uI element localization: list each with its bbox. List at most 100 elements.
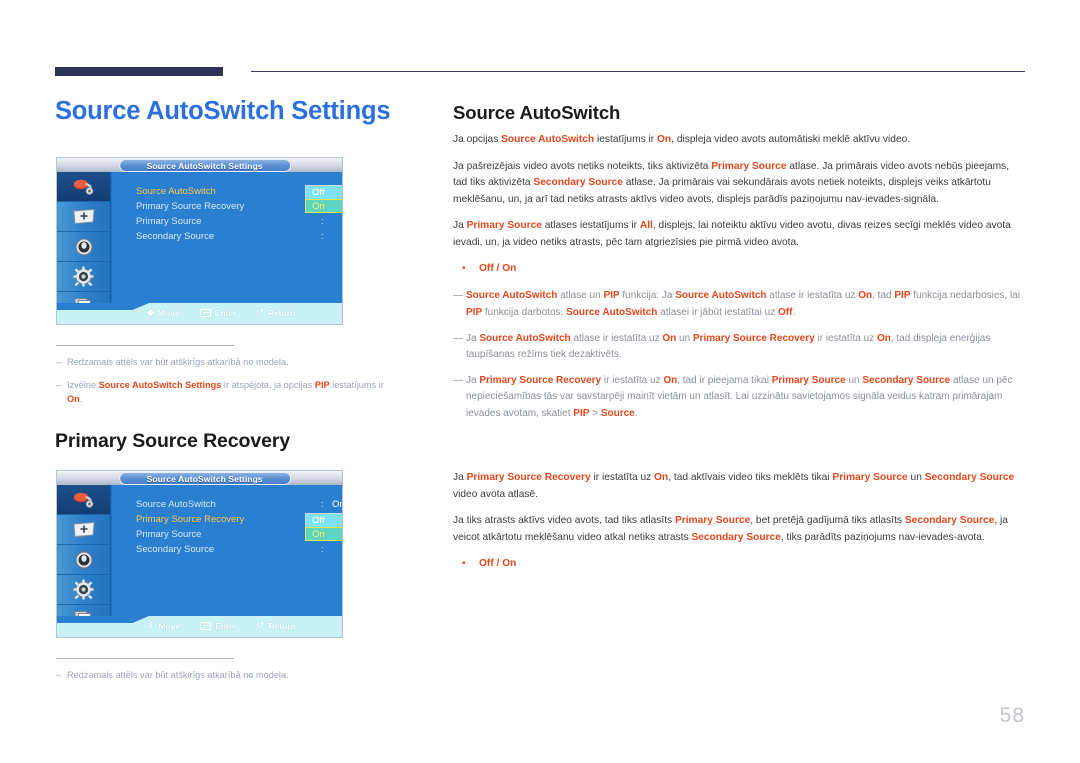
osd-sidebar xyxy=(57,172,111,324)
osd-row-label: Source AutoSwitch xyxy=(136,186,216,197)
sound-icon xyxy=(74,237,94,257)
note-item: – Redzamais attēls var būt atšķirīgs atk… xyxy=(56,669,386,683)
paragraph: Ja pašreizējais video avots netiks notei… xyxy=(453,160,1010,205)
osd-row-value: PC xyxy=(324,231,342,242)
osd-sidebar-item-sound[interactable] xyxy=(57,232,110,262)
enter-icon xyxy=(199,308,211,317)
manual-page: Source AutoSwitch Settings Source AutoSw… xyxy=(0,0,1080,763)
note-text: Ja Source AutoSwitch atlase ir iestatīta… xyxy=(466,332,991,360)
osd-footer-return[interactable]: ↺ Return xyxy=(257,620,296,631)
note-divider xyxy=(56,345,234,347)
osd-top-bar: Source AutoSwitch Settings xyxy=(57,471,342,485)
notes-block-1: – Redzamais attēls var būt atšķirīgs atk… xyxy=(56,345,386,416)
osd-footer-move-label: Move xyxy=(158,620,181,631)
input-source-icon xyxy=(73,491,95,509)
osd-footer-return-label: Return xyxy=(268,620,296,631)
osd-sidebar xyxy=(57,485,111,637)
note-item: – Redzamais attēls var būt atšķirīgs atk… xyxy=(56,356,386,370)
section-heading-primary-source-recovery: Primary Source Recovery xyxy=(55,430,291,452)
osd-row-value: DVI xyxy=(324,216,342,227)
osd-row-label: Primary Source Recovery xyxy=(136,514,245,525)
osd-dropdown-primary-source-recovery[interactable]: Off On xyxy=(305,513,342,541)
osd-row-label: Secondary Source xyxy=(136,544,215,555)
osd-footer-enter[interactable]: Enter xyxy=(199,307,237,318)
osd-footer: ◆ Move Enter ↺ Return xyxy=(57,303,342,324)
setup-gear-icon xyxy=(73,266,94,287)
osd-row-label: Primary Source xyxy=(136,216,202,227)
osd-dropdown-option-off[interactable]: Off xyxy=(306,186,342,200)
note-dash: — xyxy=(453,290,463,302)
note-item: — Ja Primary Source Recovery ir iestatīt… xyxy=(453,373,1026,422)
osd-sidebar-item-setup[interactable] xyxy=(57,262,110,292)
osd-row[interactable]: Secondary Source : PC xyxy=(136,231,334,246)
content-source-autoswitch: Ja opcijas Source AutoSwitch iestatījums… xyxy=(453,132,1026,432)
osd-dropdown-source-autoswitch[interactable]: Off On xyxy=(305,185,342,213)
sound-icon xyxy=(74,550,94,570)
note-dash: – xyxy=(56,670,62,681)
osd-footer-move-label: Move xyxy=(157,307,180,318)
osd-row[interactable]: Source AutoSwitch : On xyxy=(136,499,342,514)
osd-row-colon: : xyxy=(321,499,324,510)
page-title: Source AutoSwitch Settings xyxy=(55,97,391,125)
osd-footer-move[interactable]: ◆ Move xyxy=(147,307,180,318)
osd-dropdown-option-off[interactable]: Off xyxy=(306,514,342,528)
osd-title-text: Source AutoSwitch Settings xyxy=(146,473,263,484)
osd-dropdown-option-on[interactable]: On xyxy=(305,527,342,541)
osd-row[interactable]: Primary Source : DVI xyxy=(136,216,334,231)
osd-row-value: PC xyxy=(324,544,342,555)
note-dash: — xyxy=(453,375,463,387)
header-rule-thick xyxy=(55,67,223,76)
picture-icon xyxy=(72,208,96,225)
note-item: — Source AutoSwitch atlase un PIP funkci… xyxy=(453,288,1026,320)
osd-footer-notch xyxy=(57,303,149,310)
osd-sidebar-item-input[interactable] xyxy=(57,485,110,515)
content-primary-source-recovery: Ja Primary Source Recovery ir iestatīta … xyxy=(453,470,1026,583)
osd-footer-items: ◆ Move Enter ↺ Return xyxy=(147,307,295,318)
return-arrow-icon: ↺ xyxy=(256,307,264,317)
osd-footer: ⇳ Move Enter ↺ Return xyxy=(57,616,342,637)
osd-sidebar-item-sound[interactable] xyxy=(57,545,110,575)
osd-footer-enter[interactable]: Enter xyxy=(200,621,237,631)
bullet-label: Off / On xyxy=(479,558,517,570)
osd-title-pill: Source AutoSwitch Settings xyxy=(118,472,291,485)
osd-sidebar-item-input[interactable] xyxy=(57,172,110,202)
paragraph: Ja opcijas Source AutoSwitch iestatījums… xyxy=(453,134,911,145)
note-text: Redzamais attēls var būt atšķirīgs atkar… xyxy=(67,670,289,681)
paragraph: Ja Primary Source Recovery ir iestatīta … xyxy=(453,472,1015,500)
move-arrows-icon: ⇳ xyxy=(147,620,155,630)
return-arrow-icon: ↺ xyxy=(257,620,265,630)
osd-sidebar-item-picture[interactable] xyxy=(57,515,110,545)
note-divider xyxy=(56,658,234,660)
osd-body: Source AutoSwitch : On Primary Source Re… xyxy=(112,485,342,616)
bullet-item: • Off / On xyxy=(453,261,1026,277)
bullet-dot: • xyxy=(462,558,466,570)
osd-row-label: Primary Source Recovery xyxy=(136,201,245,212)
move-arrows-icon: ◆ xyxy=(147,307,154,317)
note-text: Izvēlne Source AutoSwitch Settings ir at… xyxy=(67,380,384,404)
osd-footer-return[interactable]: ↺ Return xyxy=(256,307,295,318)
osd-footer-enter-label: Enter xyxy=(214,307,237,318)
page-number: 58 xyxy=(999,704,1025,727)
osd-screenshot-source-autoswitch: Source AutoSwitch Settings Source AutoSw… xyxy=(56,157,343,325)
section-heading-source-autoswitch: Source AutoSwitch xyxy=(453,102,621,123)
osd-dropdown-option-on[interactable]: On xyxy=(305,199,342,213)
osd-footer-enter-label: Enter xyxy=(215,620,238,631)
osd-footer-move[interactable]: ⇳ Move xyxy=(147,620,180,631)
osd-row[interactable]: Secondary Source : PC xyxy=(136,544,334,559)
bullet-item: • Off / On xyxy=(453,556,1026,572)
osd-footer-notch xyxy=(57,616,149,623)
notes-block-2: – Redzamais attēls var būt atšķirīgs atk… xyxy=(56,658,386,692)
osd-row-label: Source AutoSwitch xyxy=(136,499,216,510)
osd-sidebar-item-picture[interactable] xyxy=(57,202,110,232)
note-text: Ja Primary Source Recovery ir iestatīta … xyxy=(466,375,1013,419)
note-dash: — xyxy=(453,332,463,344)
note-dash: – xyxy=(56,357,62,368)
picture-icon xyxy=(72,521,96,538)
note-text: Source AutoSwitch atlase un PIP funkcija… xyxy=(466,290,1020,318)
osd-sidebar-item-setup[interactable] xyxy=(57,575,110,605)
osd-row-label: Secondary Source xyxy=(136,231,215,242)
setup-gear-icon xyxy=(73,579,94,600)
osd-body: Source AutoSwitch : Primary Source Recov… xyxy=(112,172,342,303)
enter-icon xyxy=(200,621,212,630)
osd-title-pill: Source AutoSwitch Settings xyxy=(118,159,291,172)
